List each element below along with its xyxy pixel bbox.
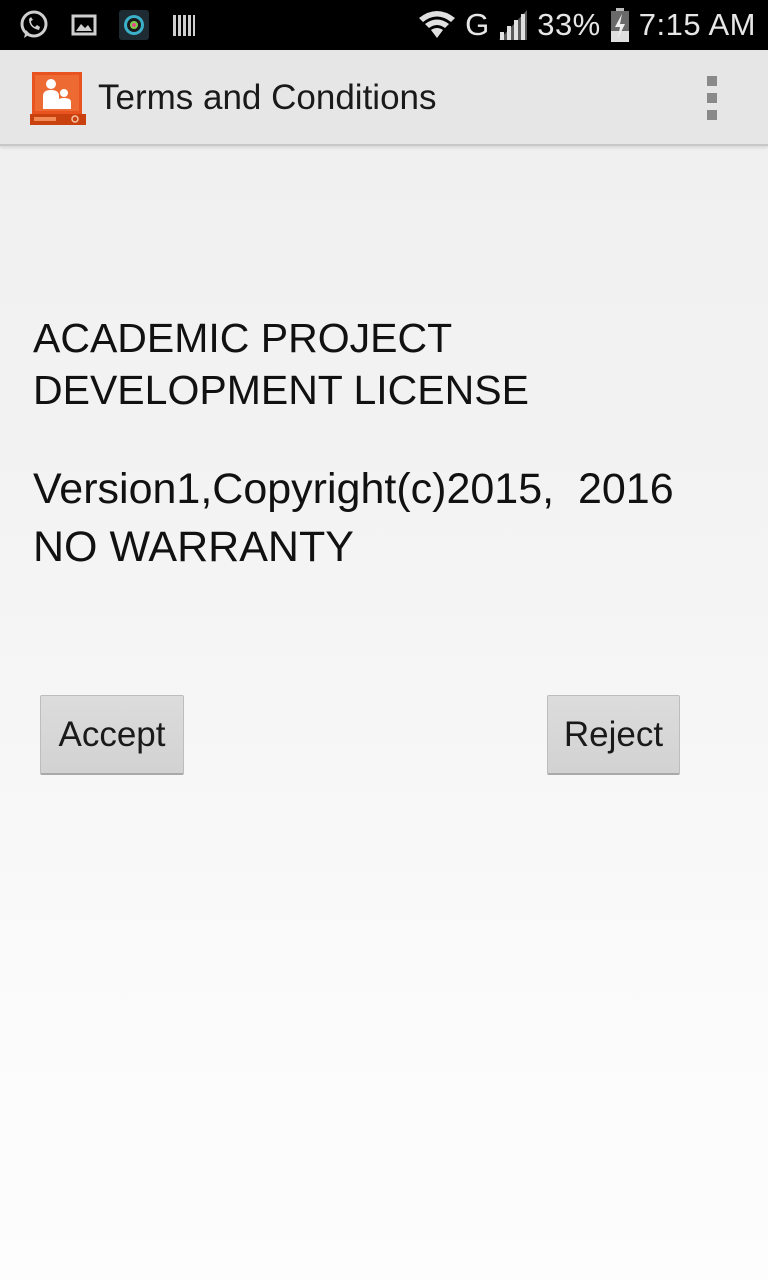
wifi-icon: [417, 8, 457, 42]
camera-app-icon: [118, 9, 150, 41]
license-title: ACADEMIC PROJECT DEVELOPMENT LICENSE: [33, 312, 733, 416]
accept-button[interactable]: Accept: [40, 695, 184, 775]
license-info: Version1,Copyright(c)2015, 2016 NO WARRA…: [33, 460, 753, 576]
battery-charging-icon: [609, 7, 631, 43]
reject-button[interactable]: Reject: [547, 695, 680, 775]
barcode-icon: [168, 9, 200, 41]
license-title-line-2: DEVELOPMENT LICENSE: [33, 367, 529, 413]
overflow-dot: [707, 76, 717, 86]
license-title-line-1: ACADEMIC PROJECT: [33, 315, 453, 361]
notification-icons: [18, 8, 200, 42]
clock: 7:15 AM: [638, 7, 756, 42]
whatsapp-icon: [18, 9, 50, 41]
status-bar: G 33% 7:15 AM: [0, 0, 768, 50]
presentation-app-icon[interactable]: [30, 71, 86, 125]
system-status: G 33% 7:15 AM: [417, 0, 756, 50]
network-type: G: [465, 7, 490, 42]
version-copyright-text: Version1,Copyright(c)2015, 2016: [33, 465, 674, 513]
overflow-dot: [707, 93, 717, 103]
action-bar: Terms and Conditions: [0, 50, 768, 146]
battery-percent: 33%: [537, 7, 601, 42]
overflow-menu-icon[interactable]: [690, 72, 734, 124]
signal-strength-icon: [497, 8, 529, 42]
warranty-text: NO WARRANTY: [33, 523, 354, 571]
gallery-icon: [68, 9, 100, 41]
overflow-dot: [707, 110, 717, 120]
screen-title: Terms and Conditions: [98, 78, 437, 117]
